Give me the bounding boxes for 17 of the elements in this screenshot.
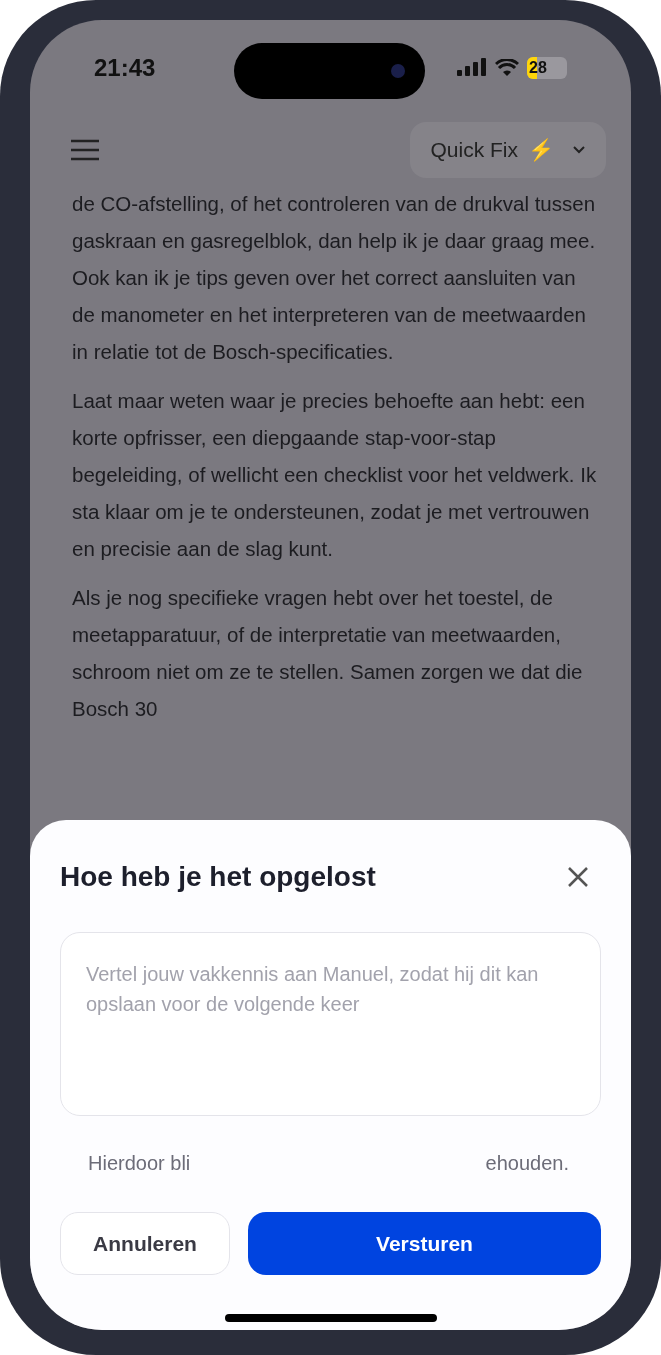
status-time: 21:43: [94, 52, 156, 83]
hint-text: Hierdoor bli: [88, 1151, 191, 1176]
signal-icon: [457, 57, 487, 78]
sheet-title: Hoe heb je het opgelost: [60, 860, 376, 894]
chat-paragraph: Laat maar weten waar je precies behoefte aan hebt: een korte opfrisser, een diepgaande stap-voor-stap begeleiding, of wellicht een checklist voor het veldwerk. Ik sta klaar om je te ondersteunen, zodat je met vertrouwen en precisie aan de slag kunt.: [72, 388, 598, 562]
cancel-button[interactable]: Annuleren: [60, 1212, 230, 1275]
wifi-icon: [495, 58, 519, 77]
camera-icon: [391, 64, 405, 78]
answer-field[interactable]: Vertel jouw vakkennis aan Manuel, zodat hij dit kan opslaan voor de volgende keer: [60, 932, 601, 1116]
chevron-down-icon: [572, 145, 586, 155]
menu-icon[interactable]: [70, 139, 100, 161]
hint-text: ehouden.: [485, 1151, 569, 1176]
send-button[interactable]: Versturen: [248, 1212, 601, 1275]
chat-paragraph: de CO-afstelling, of het controleren van de drukval tussen gaskraan en gasregelblok, dan help ik je daar graag mee. Ook kan ik je tips geven over het correct aansluiten van de manometer en het interpreteren van de meetwaarden in relatie tot de Bosch-specificaties.: [72, 191, 597, 365]
chat-paragraph: Als je nog specifieke vragen hebt over het toestel, de meetapparatuur, of de interpretatie van meetwaarden, schroom niet om ze te stellen. Samen zorgen we dat die Bosch 30: [72, 585, 584, 722]
mode-selector[interactable]: Quick Fix ⚡: [410, 122, 606, 178]
close-icon[interactable]: [567, 866, 589, 888]
